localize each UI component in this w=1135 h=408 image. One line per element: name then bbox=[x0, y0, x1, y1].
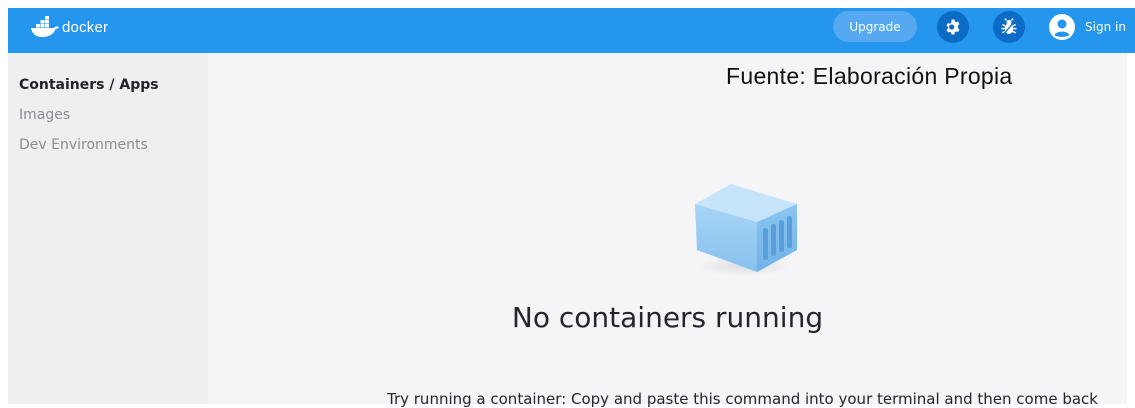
empty-state-hint: Try running a container: Copy and paste … bbox=[387, 390, 1098, 408]
empty-state-title: No containers running bbox=[511, 301, 824, 334]
settings-button[interactable] bbox=[937, 11, 969, 43]
gear-icon bbox=[946, 19, 960, 35]
top-bar: docker Upgrade Sign in bbox=[8, 8, 1135, 53]
sidebar-item-dev-environments[interactable]: Dev Environments bbox=[19, 137, 148, 153]
sidebar: Containers / Apps Images Dev Environment… bbox=[8, 53, 208, 404]
whale-icon bbox=[31, 16, 59, 37]
container-cube-icon bbox=[695, 184, 797, 276]
user-circle-icon[interactable] bbox=[1048, 13, 1076, 41]
source-credit: Fuente: Elaboración Propia bbox=[726, 63, 1013, 89]
sidebar-item-images[interactable]: Images bbox=[19, 107, 70, 123]
logo-text: docker bbox=[62, 18, 109, 36]
upgrade-button[interactable]: Upgrade bbox=[833, 11, 917, 42]
bug-icon bbox=[1001, 18, 1017, 35]
troubleshoot-button[interactable] bbox=[993, 11, 1025, 43]
main-content: Fuente: Elaboración Propia No containers… bbox=[208, 53, 1127, 408]
sidebar-item-containers-apps[interactable]: Containers / Apps bbox=[19, 77, 159, 93]
docker-logo[interactable]: docker bbox=[30, 13, 108, 41]
sign-in-link[interactable]: Sign in bbox=[1085, 8, 1126, 45]
